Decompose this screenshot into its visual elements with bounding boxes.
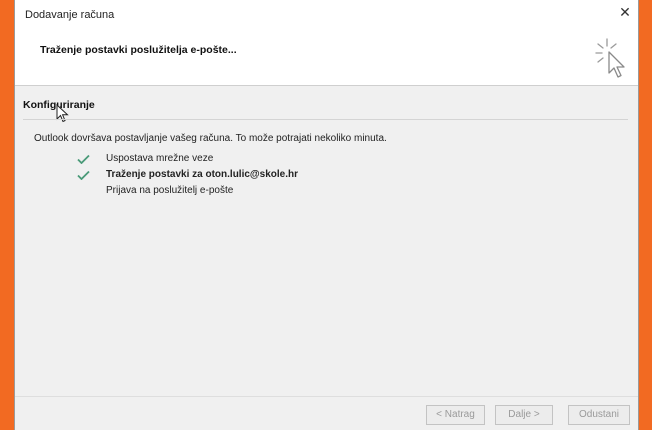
step-label: Uspostava mrežne veze [106, 153, 214, 164]
step-label: Prijava na poslužitelj e-pošte [106, 185, 234, 196]
status-message: Outlook dovršava postavljanje vašeg raču… [34, 133, 387, 144]
step-network: Uspostava mrežne veze [77, 151, 298, 167]
page-heading: Traženje postavki poslužitelja e-pošte..… [40, 44, 237, 56]
checkmark-icon [77, 170, 90, 180]
step-server-login: Prijava na poslužitelj e-pošte [77, 183, 298, 199]
step-settings-search: Traženje postavki za oton.lulic@skole.hr [77, 167, 298, 183]
dialog-header: Dodavanje računa ✕ Traženje postavki pos… [15, 0, 638, 86]
close-icon[interactable]: ✕ [618, 5, 632, 19]
cancel-button[interactable]: Odustani [568, 405, 630, 425]
footer-divider [15, 396, 638, 397]
dialog-window: Dodavanje računa ✕ Traženje postavki pos… [14, 0, 639, 430]
sparkle-cursor-icon [595, 38, 625, 78]
mouse-pointer-icon [56, 104, 69, 123]
window-title: Dodavanje računa [25, 9, 115, 21]
section-divider [23, 119, 628, 120]
step-label: Traženje postavki za oton.lulic@skole.hr [106, 169, 299, 180]
progress-steps: Uspostava mrežne veze Traženje postavki … [77, 151, 298, 199]
back-button[interactable]: < Natrag [426, 405, 485, 425]
next-button[interactable]: Dalje > [495, 405, 553, 425]
checkmark-icon [77, 154, 90, 164]
